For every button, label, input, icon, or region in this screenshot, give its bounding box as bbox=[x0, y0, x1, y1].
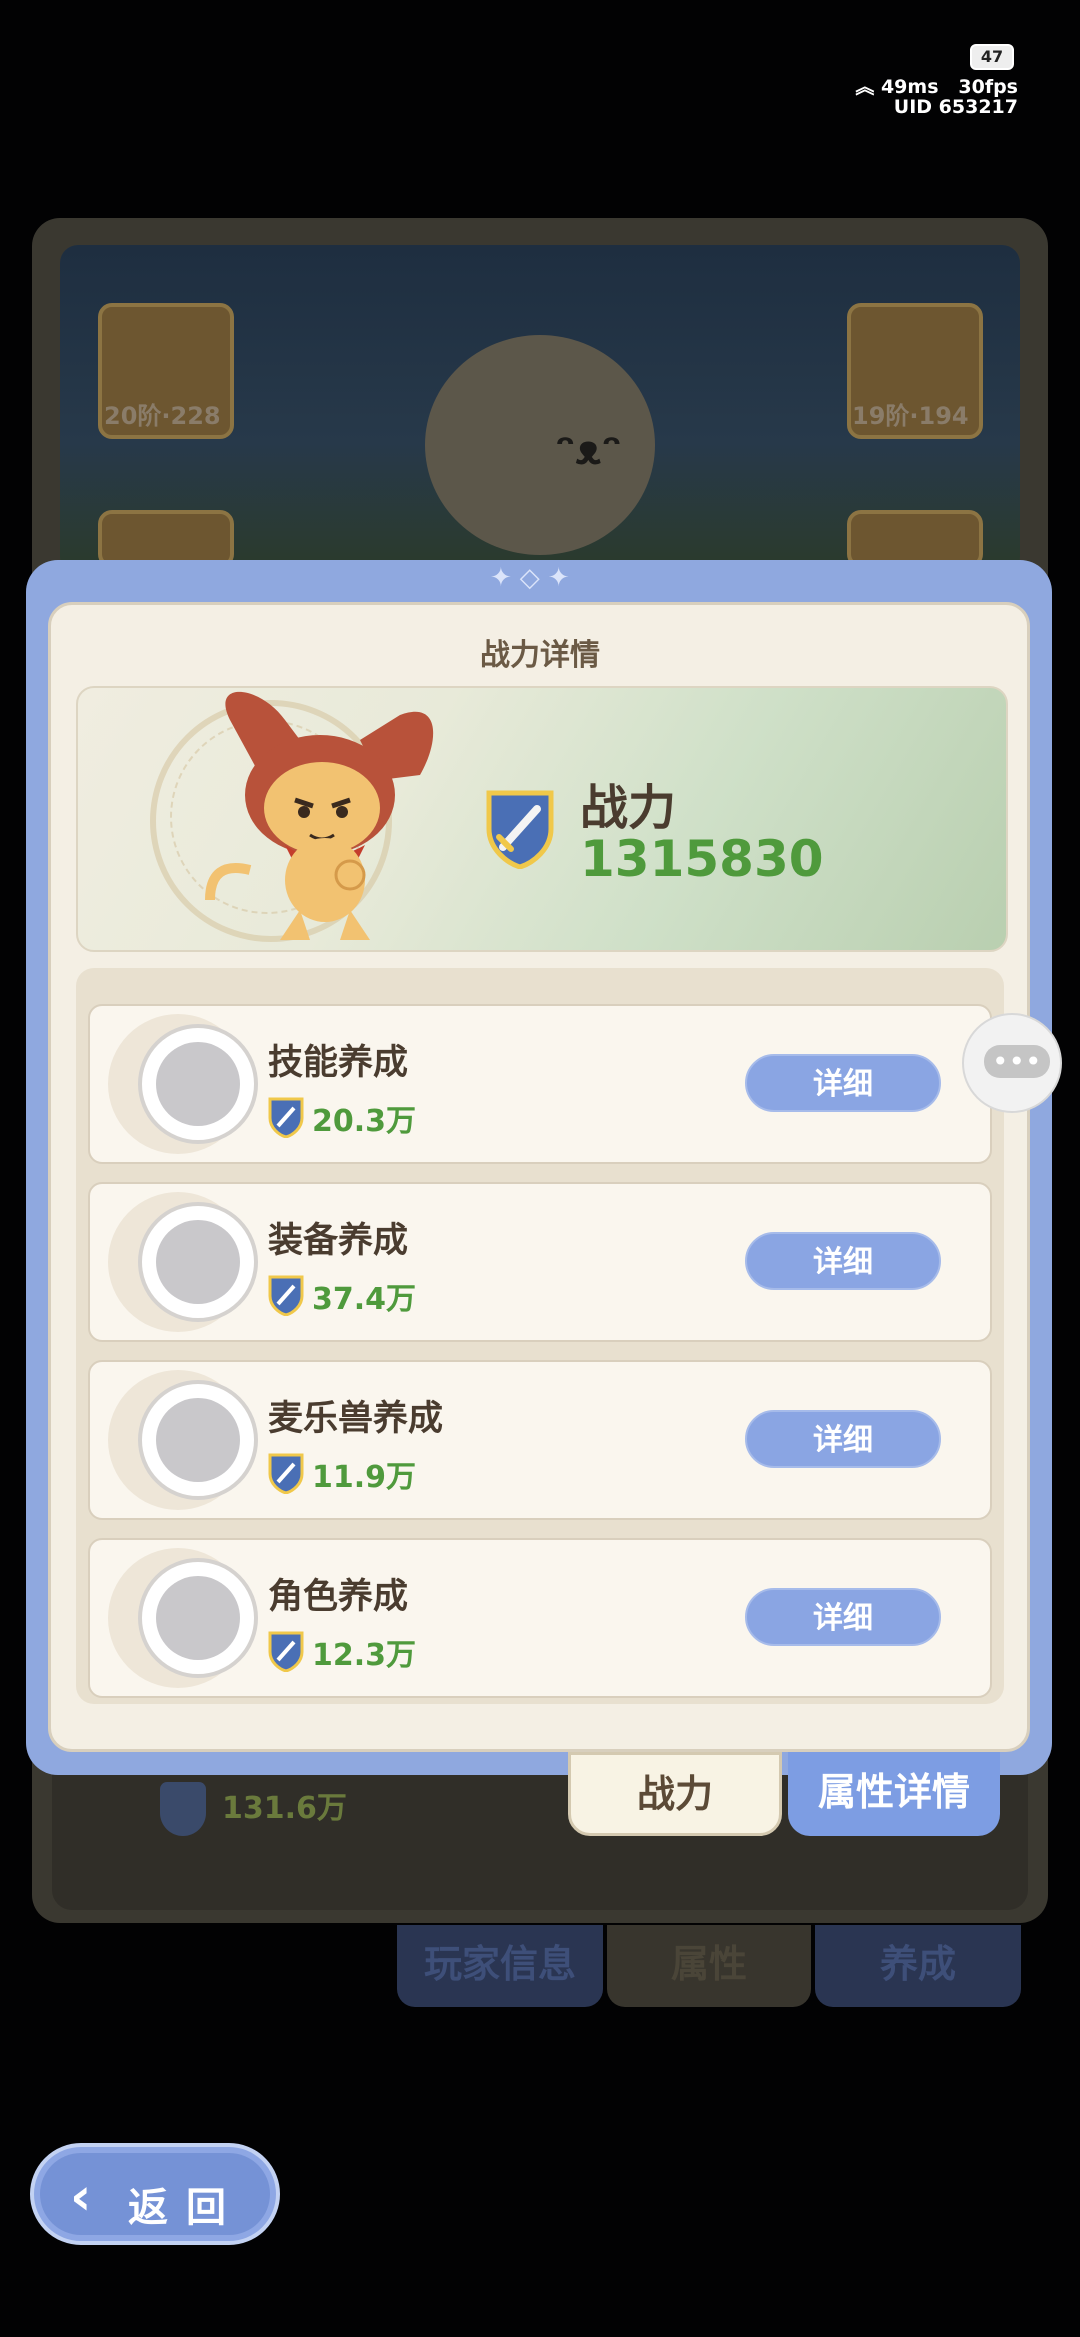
tab-power[interactable]: 战力 bbox=[568, 1752, 782, 1836]
row-title: 麦乐兽养成 bbox=[268, 1399, 444, 1439]
shield-icon bbox=[268, 1097, 304, 1138]
row-value: 37.4万 bbox=[312, 1282, 417, 1317]
wifi-icon: ︽ bbox=[855, 76, 881, 98]
medal-inner bbox=[156, 1220, 240, 1304]
back-button-inner: ‹ 返回 bbox=[40, 2153, 270, 2235]
hero-level-left: 20阶·228 bbox=[104, 402, 221, 430]
uid-text: UID 653217 bbox=[893, 96, 1018, 118]
shield-icon bbox=[160, 1782, 206, 1836]
list-item-skill: 技能养成 20.3万 详细 bbox=[88, 1004, 992, 1164]
back-button[interactable]: ‹ 返回 bbox=[30, 2143, 280, 2245]
back-arrow-icon: ‹ bbox=[70, 2167, 92, 2227]
list-item-character: 角色养成 12.3万 详细 bbox=[88, 1538, 992, 1698]
modal-title: 战力详情 bbox=[480, 638, 600, 673]
detail-button[interactable]: 详细 bbox=[745, 1410, 941, 1468]
moon-star-icon bbox=[138, 1024, 258, 1144]
tab-cultivation[interactable]: 养成 bbox=[815, 1925, 1021, 2007]
battery-indicator: 47 bbox=[970, 44, 1014, 70]
character-head-icon bbox=[138, 1558, 258, 1678]
background-total-power: 131.6万 bbox=[222, 1791, 347, 1826]
back-button-label: 返回 bbox=[128, 2185, 244, 2231]
list-item-pet: 麦乐兽养成 11.9万 详细 bbox=[88, 1360, 992, 1520]
detail-button[interactable]: 详细 bbox=[745, 1232, 941, 1290]
sparkle-decoration-icon: ✦◇✦ bbox=[490, 563, 578, 593]
network-stats: ︽ 49ms 30fps bbox=[855, 72, 1018, 99]
ping-text: 49ms bbox=[880, 76, 939, 98]
row-value: 20.3万 bbox=[312, 1104, 417, 1139]
power-label: 战力 bbox=[580, 780, 677, 836]
detail-button[interactable]: 详细 bbox=[745, 1054, 941, 1112]
shield-icon bbox=[268, 1275, 304, 1316]
chat-button[interactable]: ••• bbox=[962, 1013, 1062, 1113]
shield-icon bbox=[268, 1453, 304, 1494]
cat-face-icon bbox=[138, 1380, 258, 1500]
row-value: 12.3万 bbox=[312, 1638, 417, 1673]
cat-character-image bbox=[205, 691, 434, 940]
cultivation-list: 技能养成 20.3万 详细 装备养成 37.4万 详细 麦乐兽养成 11.9万 … bbox=[76, 968, 1004, 1704]
hero-level-right: 19阶·194 bbox=[852, 402, 969, 430]
medal-inner bbox=[156, 1398, 240, 1482]
tab-player-info[interactable]: 玩家信息 bbox=[397, 1925, 603, 2007]
sheep-face-icon: ᵔᴥᵔ bbox=[555, 425, 622, 474]
chat-bubble-icon: ••• bbox=[984, 1045, 1050, 1078]
detail-button[interactable]: 详细 bbox=[745, 1588, 941, 1646]
mask-sparkle-icon bbox=[138, 1202, 258, 1322]
row-title: 技能养成 bbox=[268, 1043, 409, 1083]
power-value: 1315830 bbox=[580, 830, 824, 888]
power-shield-icon bbox=[486, 790, 554, 869]
row-title: 装备养成 bbox=[268, 1221, 409, 1261]
row-title: 角色养成 bbox=[268, 1577, 409, 1617]
medal-inner bbox=[156, 1042, 240, 1126]
row-value: 11.9万 bbox=[312, 1460, 417, 1495]
status-overlay: 47 ︽ 49ms 30fps UID 653217 bbox=[838, 40, 1018, 120]
shield-icon bbox=[268, 1631, 304, 1672]
medal-inner bbox=[156, 1576, 240, 1660]
list-item-equipment: 装备养成 37.4万 详细 bbox=[88, 1182, 992, 1342]
tab-attributes[interactable]: 属性 bbox=[607, 1925, 811, 2007]
fps-text: 30fps bbox=[958, 76, 1018, 98]
tab-attribute-details[interactable]: 属性详情 bbox=[788, 1752, 1000, 1836]
